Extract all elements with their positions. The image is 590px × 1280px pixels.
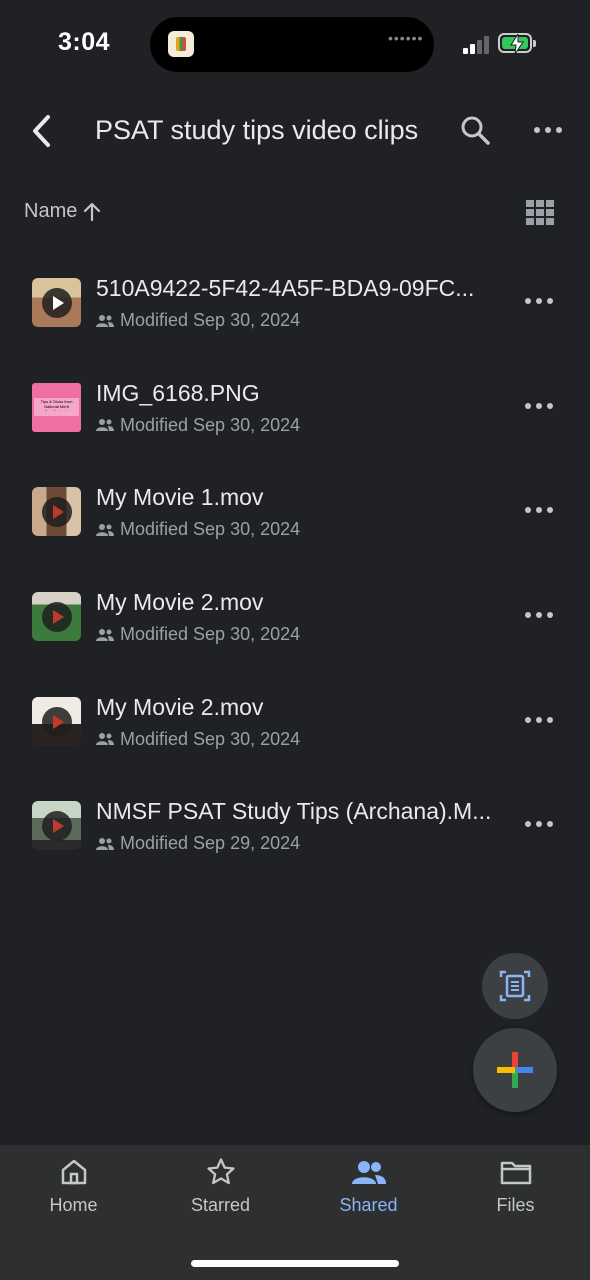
search-button[interactable] [458,113,492,147]
scan-document-button[interactable] [482,953,548,1019]
file-more-button[interactable] [522,499,556,521]
file-meta: Modified Sep 30, 2024 [96,415,300,436]
file-row[interactable]: My Movie 1.mov Modified Sep 30, 2024 [0,457,590,562]
grid-view-toggle[interactable] [526,200,556,226]
more-horizontal-icon [525,402,553,409]
file-name: NMSF PSAT Study Tips (Archana).M... [96,798,492,825]
video-thumbnail [32,278,81,327]
file-row[interactable]: My Movie 2.mov Modified Sep 30, 2024 [0,667,590,772]
plus-icon [497,1052,533,1088]
file-more-button[interactable] [522,290,556,312]
video-thumbnail [32,592,81,642]
shared-people-icon [96,837,114,850]
star-icon [206,1158,235,1185]
video-thumbnail [32,801,81,851]
chevron-left-icon [33,115,50,147]
status-time: 3:04 [58,28,111,56]
play-icon [42,602,72,633]
arrow-up-icon [84,202,101,221]
file-name: My Movie 2.mov [96,589,264,616]
file-row[interactable]: 510A9422-5F42-4A5F-BDA9-09FC... Modified… [0,248,590,353]
home-icon [61,1159,86,1185]
play-icon [42,497,72,528]
file-more-button[interactable] [522,604,556,626]
file-meta: Modified Sep 30, 2024 [96,624,300,645]
live-activity-app-icon [168,31,194,57]
new-item-button[interactable] [473,1028,557,1112]
file-more-button[interactable] [522,813,556,835]
file-name: IMG_6168.PNG [96,379,260,406]
file-name: My Movie 1.mov [96,484,264,511]
nav-home[interactable]: Home [0,1145,147,1245]
people-icon [351,1161,386,1184]
file-modified: Modified Sep 30, 2024 [120,728,301,749]
shared-people-icon [96,733,114,746]
thumbnail-caption: Tips & Tricks from National Merit Semifi… [40,398,73,411]
battery-tip [533,40,536,47]
nav-files-label: Files [496,1195,535,1215]
more-horizontal-icon [525,507,553,514]
nav-starred[interactable]: Starred [147,1145,294,1245]
sort-label: Name [24,200,78,222]
shared-people-icon [96,314,114,327]
file-more-button[interactable] [522,709,556,731]
back-button[interactable] [26,112,60,150]
home-indicator[interactable] [191,1260,399,1267]
more-horizontal-icon [525,716,553,723]
battery-icon [498,33,532,54]
shared-people-icon [96,628,114,641]
nav-shared[interactable]: Shared [295,1145,442,1245]
sort-by-name-button[interactable]: Name [24,200,101,223]
file-row[interactable]: NMSF PSAT Study Tips (Archana).M... Modi… [0,771,590,876]
file-meta: Modified Sep 30, 2024 [96,519,300,540]
file-meta: Modified Sep 30, 2024 [96,729,300,750]
page-title: PSAT study tips video clips [95,115,419,145]
file-name: My Movie 2.mov [96,693,264,720]
shared-people-icon [96,419,114,432]
nav-home-label: Home [49,1195,98,1215]
file-list: 510A9422-5F42-4A5F-BDA9-09FC... Modified… [0,248,590,876]
file-modified: Modified Sep 30, 2024 [120,624,301,645]
file-row[interactable]: My Movie 2.mov Modified Sep 30, 2024 [0,562,590,667]
nav-files[interactable]: Files [442,1145,589,1245]
nav-shared-label: Shared [339,1195,398,1215]
file-modified: Modified Sep 29, 2024 [120,833,301,854]
battery-fill [502,34,528,54]
more-options-button[interactable] [532,116,564,144]
document-scan-icon [499,970,531,1002]
video-thumbnail [32,487,81,537]
file-more-button[interactable] [522,395,556,417]
play-icon [42,811,72,842]
shared-people-icon [96,523,114,536]
play-icon [42,706,72,737]
more-horizontal-icon [525,612,553,619]
folder-icon [500,1161,531,1185]
file-meta: Modified Sep 29, 2024 [96,833,300,854]
nav-starred-label: Starred [190,1195,251,1215]
live-activity-dots-icon: •••••• [388,30,424,46]
cellular-signal-icon [463,34,491,54]
file-row[interactable]: Tips & Tricks from National Merit Semifi… [0,353,590,458]
file-name: 510A9422-5F42-4A5F-BDA9-09FC... [96,275,475,301]
search-icon [461,116,490,145]
play-icon [42,288,72,318]
file-meta: Modified Sep 30, 2024 [96,310,300,331]
more-horizontal-icon [525,821,553,828]
file-modified: Modified Sep 30, 2024 [120,519,301,540]
more-horizontal-icon [534,127,562,133]
file-modified: Modified Sep 30, 2024 [120,310,301,330]
video-thumbnail [32,696,81,746]
file-modified: Modified Sep 30, 2024 [120,414,301,435]
more-horizontal-icon [525,298,553,304]
image-thumbnail: Tips & Tricks from National Merit Semifi… [32,382,81,432]
